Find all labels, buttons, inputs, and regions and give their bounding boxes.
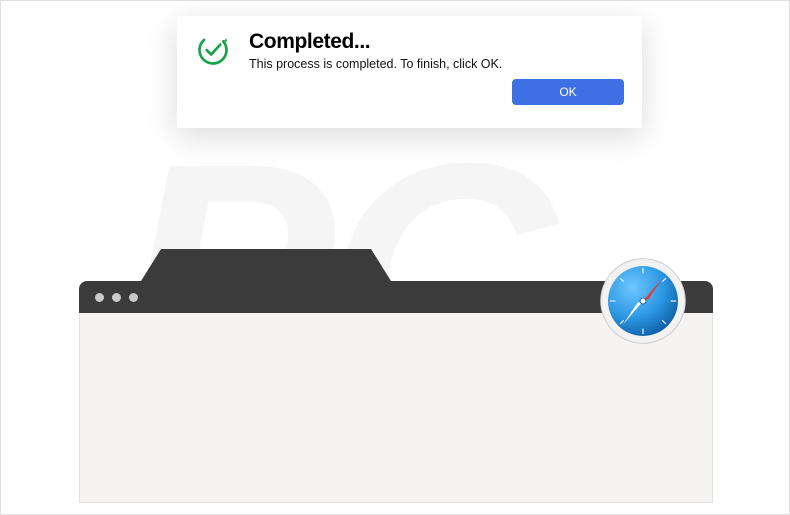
browser-tab xyxy=(141,249,391,281)
dialog-message: This process is completed. To finish, cl… xyxy=(249,57,624,71)
window-dot-1 xyxy=(95,293,104,302)
window-dot-3 xyxy=(129,293,138,302)
dialog-actions: OK xyxy=(195,79,624,105)
ok-button[interactable]: OK xyxy=(512,79,624,105)
dialog-body: Completed... This process is completed. … xyxy=(195,30,624,71)
window-dot-2 xyxy=(112,293,121,302)
completed-dialog: Completed... This process is completed. … xyxy=(177,16,642,128)
dialog-text-block: Completed... This process is completed. … xyxy=(249,30,624,71)
compass-icon xyxy=(597,255,689,347)
check-circle-icon xyxy=(195,32,231,68)
dialog-title: Completed... xyxy=(249,30,624,54)
